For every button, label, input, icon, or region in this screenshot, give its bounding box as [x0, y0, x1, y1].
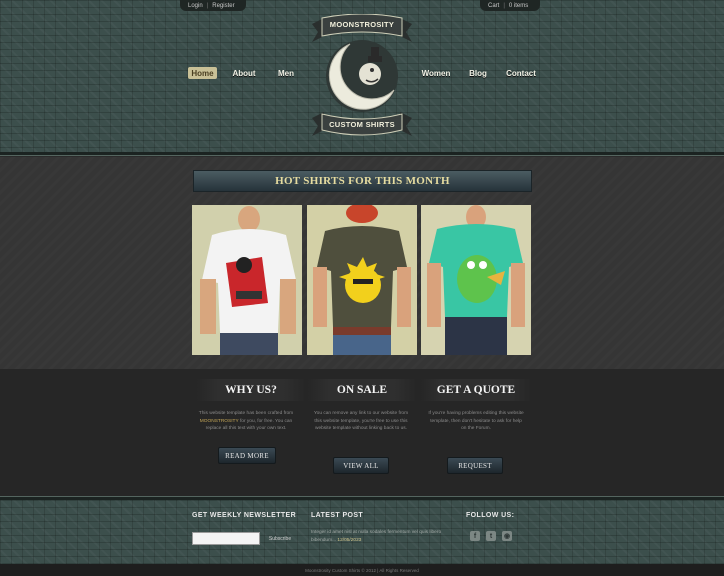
nav-women[interactable]: Women: [419, 67, 453, 79]
read-more-button[interactable]: READ MORE: [218, 447, 276, 464]
why-us-text-part: This website template has been crafted f…: [198, 411, 294, 416]
follow-title: FOLLOW US:: [466, 512, 515, 519]
newsletter-title: GET WEEKLY NEWSLETTER: [192, 512, 297, 519]
get-a-quote-text: If you're having problems editing this w…: [428, 411, 524, 431]
subscribe-button[interactable]: Subscribe: [262, 533, 298, 544]
tshirt-model-image: [421, 205, 531, 355]
why-us-text: This website template has been crafted f…: [198, 410, 294, 433]
featured-shirt-3[interactable]: [421, 205, 531, 355]
nav-men[interactable]: Men: [274, 67, 298, 79]
tshirt-model-image: [307, 205, 417, 355]
twitter-icon[interactable]: t: [486, 531, 496, 541]
featured-shirt-1[interactable]: [192, 205, 302, 355]
separator: |: [206, 2, 209, 9]
get-a-quote-title: GET A QUOTE: [420, 379, 532, 401]
copyright-bar: Moonstrosity Custom Shirts © 2012 | All …: [0, 564, 724, 576]
cart-count[interactable]: 0 items: [509, 3, 528, 9]
on-sale-text: You can remove any link to our website f…: [313, 411, 409, 431]
latest-post-date: 12/05/2023: [337, 537, 362, 543]
nav-about[interactable]: About: [229, 67, 259, 79]
featured-shirt-2[interactable]: [307, 205, 417, 355]
nav-home[interactable]: Home: [188, 67, 217, 79]
login-link[interactable]: Login: [188, 3, 203, 9]
nav-contact[interactable]: Contact: [503, 67, 539, 79]
latest-post-body: Integer id amet nisl at nulla sodales fe…: [311, 530, 442, 543]
site-logo[interactable]: MOONSTROSITY CUSTOM SHIRTS: [310, 13, 414, 138]
latest-post-title: LATEST POST: [311, 512, 364, 519]
register-link[interactable]: Register: [212, 3, 234, 9]
tshirt-model-image: [192, 205, 302, 355]
request-button[interactable]: REQUEST: [447, 457, 503, 474]
cart-link[interactable]: Cart: [488, 3, 499, 9]
view-all-button[interactable]: VIEW ALL: [333, 457, 389, 474]
rss-icon[interactable]: ◉: [502, 531, 512, 541]
logo-top-text: MOONSTROSITY: [329, 20, 395, 29]
facebook-icon[interactable]: f: [470, 531, 480, 541]
featured-title: HOT SHIRTS FOR THIS MONTH: [193, 170, 532, 192]
separator: |: [503, 2, 505, 9]
header-divider: [0, 152, 724, 156]
latest-post-excerpt[interactable]: Integer id amet nisl at nulla sodales fe…: [311, 529, 456, 544]
nav-blog[interactable]: Blog: [466, 67, 490, 79]
why-us-link[interactable]: MOONSTROSITY: [200, 419, 239, 424]
cart-bar: Cart | 0 items: [480, 0, 540, 11]
account-bar: Login | Register: [180, 0, 246, 11]
why-us-title: WHY US?: [196, 379, 306, 401]
on-sale-title: ON SALE: [307, 379, 417, 401]
newsletter-email-input[interactable]: [192, 532, 260, 545]
logo-bottom-text: CUSTOM SHIRTS: [329, 120, 395, 129]
